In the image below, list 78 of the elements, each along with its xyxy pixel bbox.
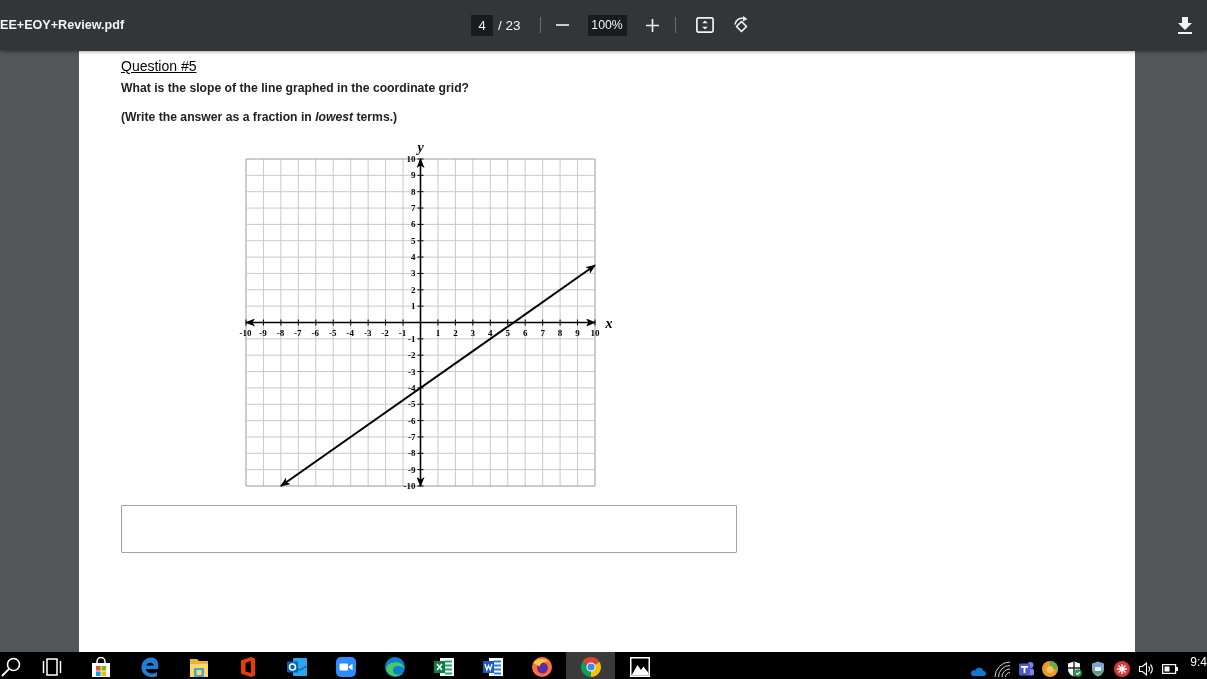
minus-icon[interactable] [555, 24, 569, 26]
tick-label: -1 [398, 328, 407, 338]
tick-label: -8 [408, 448, 416, 459]
swirl-logo-icon[interactable] [384, 657, 405, 677]
question-text: What is the slope of the line graphed in the coordinate grid? [121, 81, 470, 95]
fit-page-icon[interactable] [695, 17, 714, 33]
tick-label: 9 [411, 170, 416, 181]
clock-time: 9:4 [1190, 654, 1207, 671]
tick-label: -10 [239, 328, 252, 338]
taskbar-button[interactable] [566, 652, 615, 679]
tick-label: 2 [453, 328, 458, 338]
spreadsheet-icon[interactable] [433, 657, 454, 677]
tick-label: 6 [522, 328, 528, 338]
video-camera-icon[interactable] [335, 657, 356, 677]
tick-label: -6 [311, 328, 320, 338]
tick-label: -5 [408, 399, 416, 410]
tick-label: 2 [411, 284, 416, 295]
axis-label: y [417, 140, 424, 155]
tick-label: 5 [411, 235, 416, 246]
tick-label: -2 [408, 350, 416, 361]
tick-label: -1 [408, 333, 416, 344]
plus-icon[interactable] [645, 18, 659, 32]
search-icon[interactable] [1, 657, 21, 677]
tick-label: -9 [408, 464, 416, 475]
starburst-icon[interactable] [1114, 661, 1131, 677]
folder-icon[interactable] [188, 657, 209, 677]
document-title: EE+EOY+Review.pdf [0, 18, 125, 32]
tick-label: 9 [575, 328, 580, 338]
tick-label: 6 [411, 219, 416, 230]
wifi-icon[interactable] [994, 661, 1011, 677]
people-tile-icon[interactable] [1018, 661, 1035, 677]
tick-label: 3 [470, 328, 476, 338]
zoom-level-field[interactable]: 100% [587, 14, 627, 36]
document-tile-icon[interactable] [482, 657, 503, 677]
segmented-circle-icon[interactable] [580, 657, 601, 677]
tick-label: -3 [408, 366, 416, 377]
orb-logo-icon[interactable] [531, 657, 552, 677]
tick-label: -2 [381, 328, 389, 338]
disc-logo-icon[interactable] [1042, 661, 1059, 677]
tick-label: -7 [294, 328, 302, 338]
shield-check-icon[interactable] [1066, 661, 1083, 677]
tick-label: -5 [329, 328, 337, 338]
image-icon[interactable] [629, 657, 650, 677]
rotate-icon[interactable] [731, 16, 750, 34]
tick-label: -3 [363, 328, 372, 338]
e-logo-icon[interactable] [139, 657, 160, 677]
tick-label: -6 [408, 415, 416, 426]
page-count: / 23 [498, 17, 521, 33]
tick-label: 4 [488, 328, 493, 338]
tick-label: 7 [411, 203, 416, 214]
axis-label: x [605, 315, 613, 331]
tick-label: 10 [406, 154, 416, 164]
tick-label: 7 [540, 328, 545, 338]
tick-label: 1 [435, 328, 441, 338]
instruction-text: (Write the answer as a fraction in lowest terms.) [121, 110, 398, 124]
tick-label: -4 [346, 328, 354, 338]
tick-label: -4 [408, 382, 416, 393]
battery-icon[interactable] [1162, 664, 1179, 674]
question-heading: Question #5 [121, 58, 197, 74]
task-view-icon[interactable] [41, 657, 62, 677]
tick-label: 10 [590, 328, 600, 338]
tick-label: -7 [408, 431, 416, 442]
speaker-icon[interactable] [1138, 661, 1155, 677]
shield-icon[interactable] [1090, 661, 1107, 677]
tick-label: -8 [276, 328, 285, 338]
cloud-icon[interactable] [970, 667, 987, 676]
tick-label: 5 [505, 328, 510, 338]
tick-label: 3 [411, 268, 416, 279]
tick-label: 1 [411, 301, 416, 312]
tick-label: 8 [411, 186, 416, 197]
tick-label: -9 [259, 328, 267, 338]
mail-tile-icon[interactable] [286, 657, 307, 677]
tick-label: 4 [411, 252, 416, 263]
shopping-bag-icon[interactable] [90, 657, 111, 677]
download-icon[interactable] [1178, 16, 1192, 34]
tick-label: -10 [403, 481, 416, 491]
tick-label: 8 [557, 328, 563, 338]
page-number-field[interactable]: 4 [471, 14, 493, 36]
